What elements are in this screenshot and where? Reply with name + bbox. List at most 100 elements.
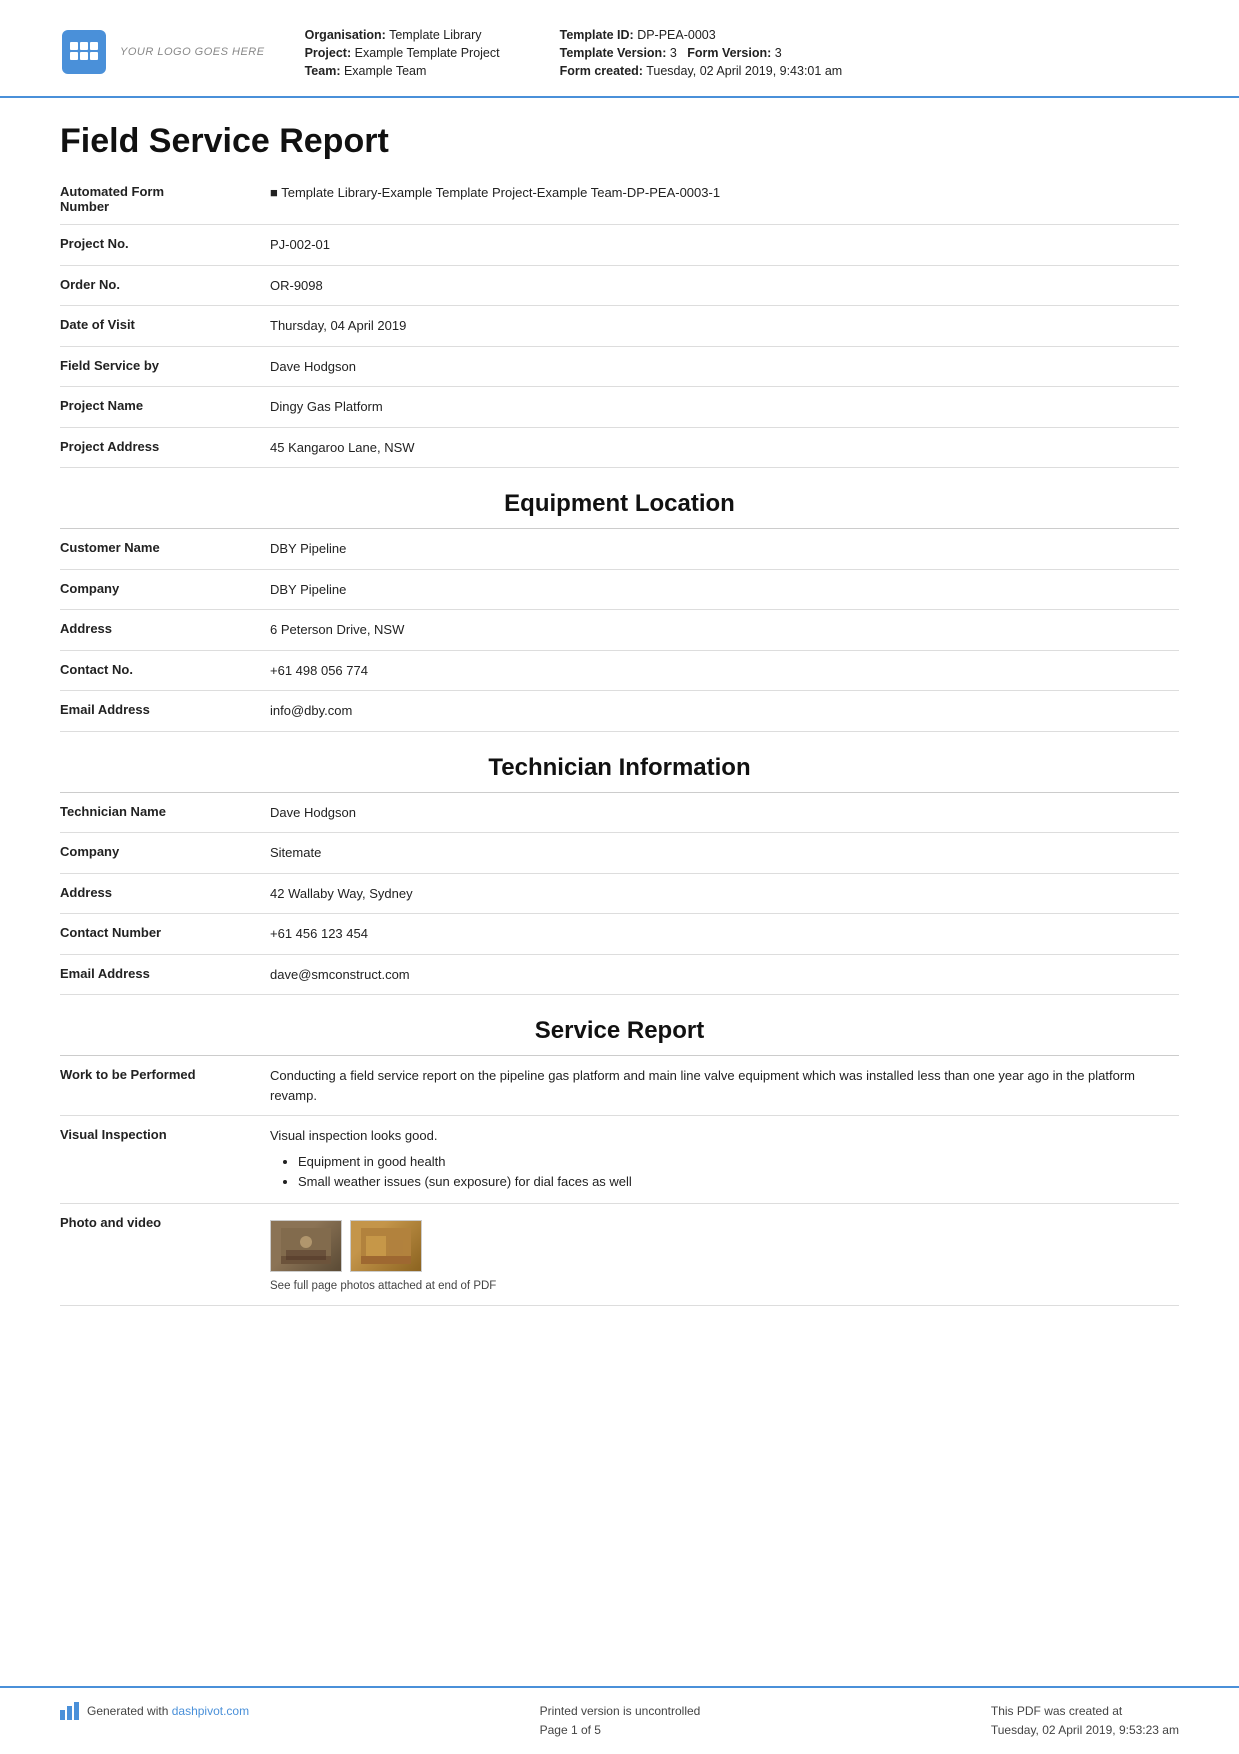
field-row: Company DBY Pipeline (60, 570, 1179, 611)
basic-fields: Automated FormNumber ■ Template Library-… (60, 173, 1179, 468)
field-value: 42 Wallaby Way, Sydney (270, 884, 1179, 904)
equipment-fields: Customer Name DBY Pipeline Company DBY P… (60, 529, 1179, 732)
field-label: Address (60, 620, 270, 636)
photo-caption: See full page photos attached at end of … (270, 1278, 1179, 1295)
field-row: Contact No. +61 498 056 774 (60, 651, 1179, 692)
field-row: Customer Name DBY Pipeline (60, 529, 1179, 570)
field-row: Work to be Performed Conducting a field … (60, 1056, 1179, 1116)
field-value: info@dby.com (270, 701, 1179, 721)
photo-image-1 (281, 1228, 331, 1264)
field-label: Contact No. (60, 661, 270, 677)
field-label: Email Address (60, 701, 270, 717)
page: YOUR LOGO GOES HERE Organisation: Templa… (0, 0, 1239, 1754)
field-row: Visual Inspection Visual inspection look… (60, 1116, 1179, 1204)
field-label: Visual Inspection (60, 1126, 270, 1142)
uncontrolled-text: Printed version is uncontrolled (540, 1702, 701, 1721)
footer: Generated with dashpivot.com Printed ver… (0, 1686, 1239, 1754)
pdf-created-date: Tuesday, 02 April 2019, 9:53:23 am (991, 1721, 1179, 1740)
field-label: Project Address (60, 438, 270, 454)
footer-bar-3 (74, 1702, 79, 1720)
logo-text: YOUR LOGO GOES HERE (120, 46, 265, 58)
team-line: Team: Example Team (305, 64, 500, 78)
header-meta-left: Organisation: Template Library Project: … (305, 28, 500, 78)
field-label: Automated FormNumber (60, 183, 270, 214)
field-value: Dave Hodgson (270, 803, 1179, 823)
field-value: PJ-002-01 (270, 235, 1179, 255)
project-line: Project: Example Template Project (305, 46, 500, 60)
content: Automated FormNumber ■ Template Library-… (0, 173, 1239, 1496)
field-value: Dave Hodgson (270, 357, 1179, 377)
field-label: Work to be Performed (60, 1066, 270, 1082)
list-item: Small weather issues (sun exposure) for … (298, 1172, 1179, 1193)
photo-thumbnail-1 (270, 1220, 342, 1272)
org-line: Organisation: Template Library (305, 28, 500, 42)
field-row: Project Address 45 Kangaroo Lane, NSW (60, 428, 1179, 469)
photo-thumbnail-2 (350, 1220, 422, 1272)
logo-area: YOUR LOGO GOES HERE (60, 28, 265, 76)
field-label: Date of Visit (60, 316, 270, 332)
equipment-section-heading: Equipment Location (60, 468, 1179, 528)
field-row: Email Address dave@smconstruct.com (60, 955, 1179, 996)
field-label: Company (60, 580, 270, 596)
field-label: Technician Name (60, 803, 270, 819)
pdf-created-text: This PDF was created at (991, 1702, 1179, 1721)
field-row: Address 6 Peterson Drive, NSW (60, 610, 1179, 651)
template-id-line: Template ID: DP-PEA-0003 (560, 28, 843, 42)
field-row: Project Name Dingy Gas Platform (60, 387, 1179, 428)
header-meta-right: Template ID: DP-PEA-0003 Template Versio… (560, 28, 843, 78)
technician-fields: Technician Name Dave Hodgson Company Sit… (60, 793, 1179, 996)
field-row: Address 42 Wallaby Way, Sydney (60, 874, 1179, 915)
field-label: Company (60, 843, 270, 859)
field-row: Date of Visit Thursday, 04 April 2019 (60, 306, 1179, 347)
header: YOUR LOGO GOES HERE Organisation: Templa… (0, 0, 1239, 98)
header-meta: Organisation: Template Library Project: … (305, 28, 843, 78)
field-row: Contact Number +61 456 123 454 (60, 914, 1179, 955)
field-label: Field Service by (60, 357, 270, 373)
field-label: Contact Number (60, 924, 270, 940)
field-label: Email Address (60, 965, 270, 981)
version-line: Template Version: 3 Form Version: 3 (560, 46, 843, 60)
field-row: Company Sitemate (60, 833, 1179, 874)
visual-inspection-list: Equipment in good health Small weather i… (270, 1152, 1179, 1194)
field-value: OR-9098 (270, 276, 1179, 296)
field-row: Field Service by Dave Hodgson (60, 347, 1179, 388)
field-label: Photo and video (60, 1214, 270, 1230)
service-fields: Work to be Performed Conducting a field … (60, 1056, 1179, 1306)
dashpivot-link[interactable]: dashpivot.com (172, 1704, 249, 1718)
field-value: 6 Peterson Drive, NSW (270, 620, 1179, 640)
visual-inspection-text: Visual inspection looks good. (270, 1126, 1179, 1146)
field-value: Visual inspection looks good. Equipment … (270, 1126, 1179, 1193)
field-value: ■ Template Library-Example Template Proj… (270, 183, 1179, 203)
field-label: Order No. (60, 276, 270, 292)
field-value: Dingy Gas Platform (270, 397, 1179, 417)
page-text: Page 1 of 5 (540, 1721, 701, 1740)
generated-text: Generated with dashpivot.com (87, 1702, 249, 1721)
footer-logo-icon (60, 1702, 79, 1720)
spacer (0, 1496, 1239, 1686)
logo-icon (60, 28, 108, 76)
field-value: Thursday, 04 April 2019 (270, 316, 1179, 336)
field-value: DBY Pipeline (270, 580, 1179, 600)
field-label: Project Name (60, 397, 270, 413)
field-label: Address (60, 884, 270, 900)
photo-image-2 (361, 1228, 411, 1264)
field-row: Photo and video (60, 1204, 1179, 1306)
form-created-line: Form created: Tuesday, 02 April 2019, 9:… (560, 64, 843, 78)
footer-bar-2 (67, 1706, 72, 1720)
field-value: DBY Pipeline (270, 539, 1179, 559)
field-value: +61 456 123 454 (270, 924, 1179, 944)
field-value: Sitemate (270, 843, 1179, 863)
photo-area (270, 1220, 1179, 1272)
field-value: Conducting a field service report on the… (270, 1066, 1179, 1105)
field-value: +61 498 056 774 (270, 661, 1179, 681)
field-label: Customer Name (60, 539, 270, 555)
field-row: Automated FormNumber ■ Template Library-… (60, 173, 1179, 225)
footer-right: This PDF was created at Tuesday, 02 Apri… (991, 1702, 1179, 1740)
field-row: Project No. PJ-002-01 (60, 225, 1179, 266)
field-row: Email Address info@dby.com (60, 691, 1179, 732)
field-row: Technician Name Dave Hodgson (60, 793, 1179, 834)
technician-section-heading: Technician Information (60, 732, 1179, 792)
field-value: See full page photos attached at end of … (270, 1214, 1179, 1295)
field-label: Project No. (60, 235, 270, 251)
field-row: Order No. OR-9098 (60, 266, 1179, 307)
